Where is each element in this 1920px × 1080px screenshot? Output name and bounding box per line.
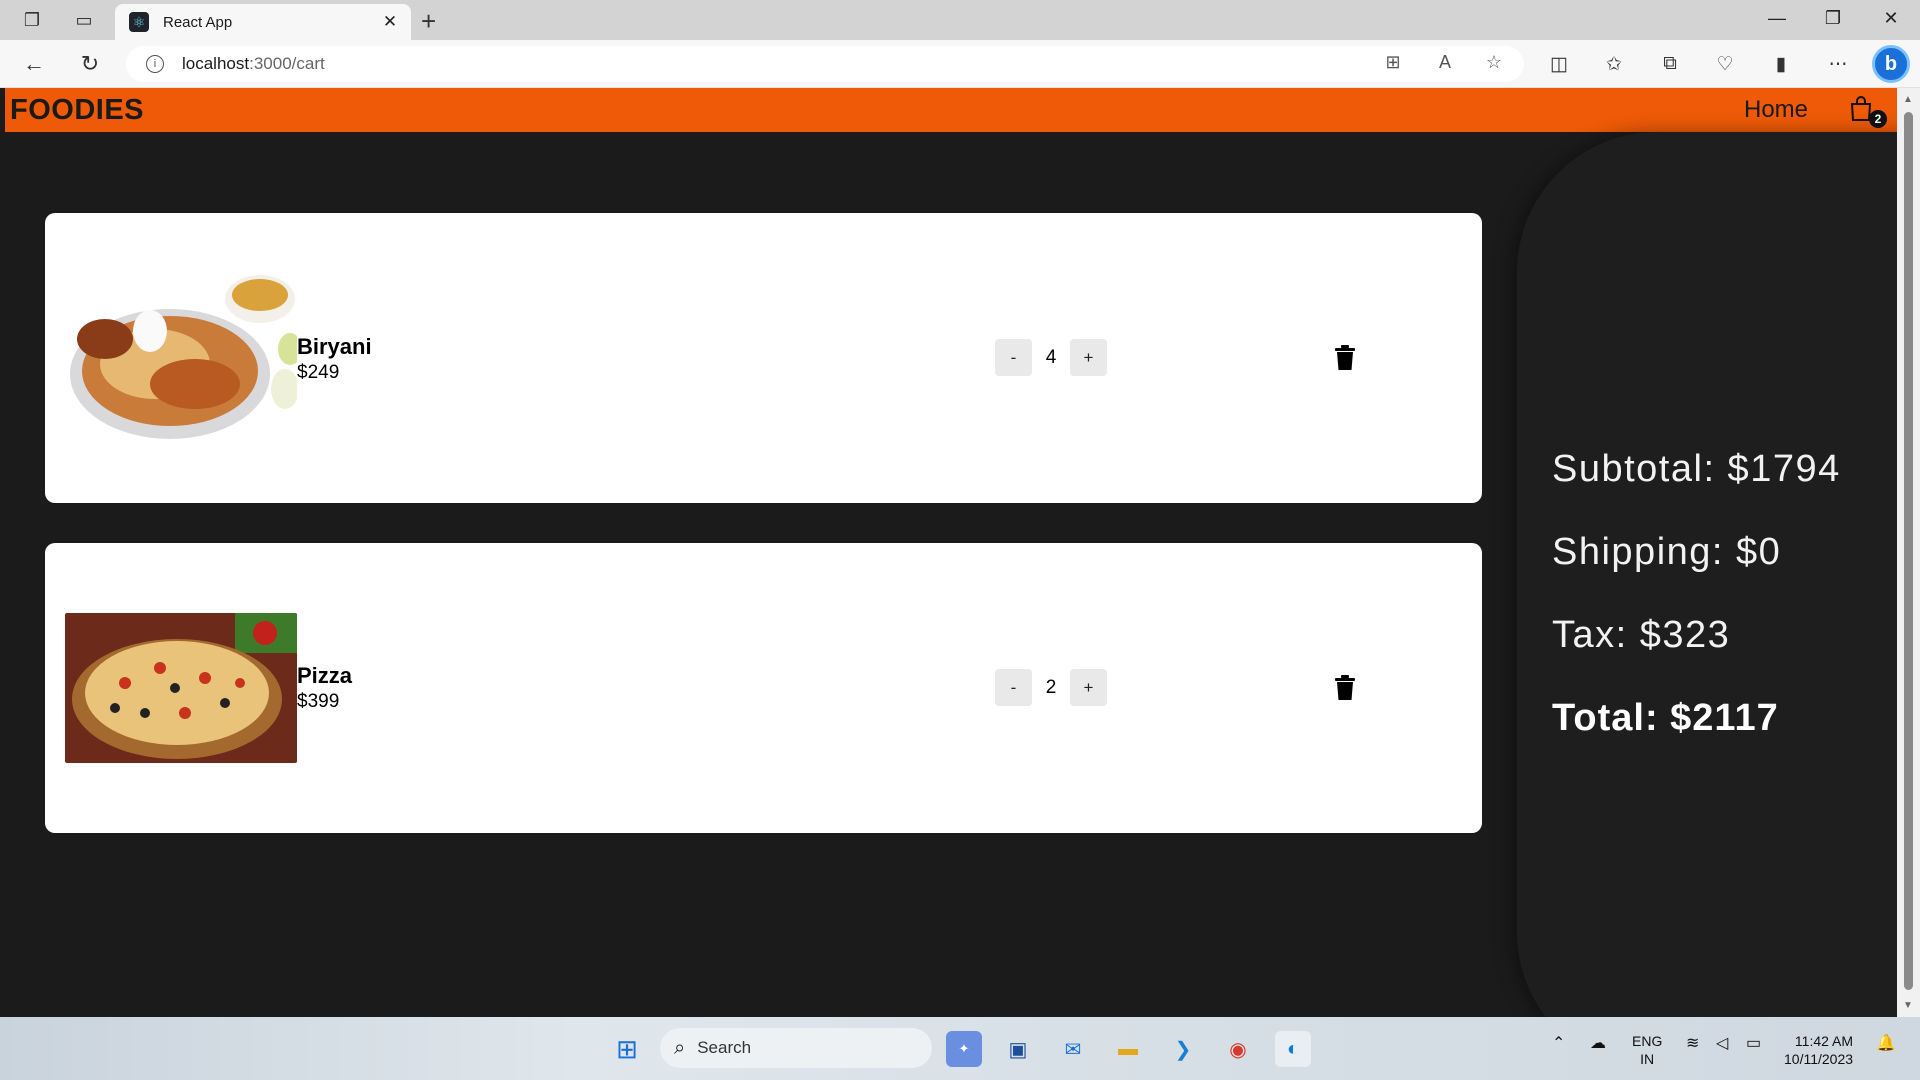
increase-quantity-button[interactable]: +	[1070, 669, 1107, 706]
browser-essentials-icon[interactable]: ♡	[1711, 50, 1739, 78]
minimize-icon[interactable]: —	[1757, 8, 1797, 29]
region-code: IN	[1640, 1051, 1655, 1067]
scroll-up-icon[interactable]: ▲	[1903, 94, 1913, 105]
back-icon[interactable]: ←	[20, 50, 48, 78]
clock-time: 11:42 AM	[1794, 1033, 1854, 1049]
cart-item: Pizza $399 - 2 +	[45, 543, 1482, 833]
workspaces-icon[interactable]: ❐	[18, 7, 46, 33]
delete-item-button[interactable]	[1331, 673, 1359, 703]
window-close-icon[interactable]: ✕	[1871, 8, 1911, 29]
cart-button[interactable]: 2	[1847, 94, 1887, 128]
store-icon[interactable]: ▣	[1000, 1031, 1036, 1067]
more-options-icon[interactable]: ⋯	[1824, 50, 1852, 78]
address-bar[interactable]: i localhost:3000/cart	[126, 46, 1524, 82]
edge-icon[interactable]: ◐	[1275, 1031, 1311, 1067]
scroll-down-icon[interactable]: ▼	[1903, 1000, 1913, 1011]
item-name: Biryani	[297, 334, 372, 359]
item-details: Biryani $249	[297, 334, 372, 384]
order-summary-panel: Subtotal: $1794 Shipping: $0 Tax: $323 T…	[1517, 132, 1897, 1017]
item-price: $399	[297, 691, 340, 712]
browser-toolbar: ← ↻ i localhost:3000/cart ⊞ A ☆ ◫ ✩ ⧉ ♡ …	[0, 40, 1920, 88]
battery-icon[interactable]: ▭	[1746, 1035, 1761, 1053]
search-placeholder: Search	[697, 1038, 752, 1057]
biryani-image	[65, 269, 297, 444]
tax-text: Tax: $323	[1552, 614, 1731, 656]
profile-icon[interactable]: ▮	[1767, 50, 1795, 78]
favorite-star-icon[interactable]: ☆	[1481, 49, 1507, 75]
item-name: Pizza	[297, 663, 353, 688]
shipping-text: Shipping: $0	[1552, 531, 1782, 573]
show-hidden-icons-icon[interactable]: ⌃	[1552, 1035, 1565, 1053]
chrome-icon[interactable]: ◉	[1220, 1031, 1256, 1067]
quantity-stepper: - 2 +	[995, 669, 1107, 706]
app-available-icon[interactable]: ⊞	[1380, 49, 1406, 75]
cart-item: Biryani $249 - 4 +	[45, 213, 1482, 503]
url-host: localhost	[182, 54, 250, 73]
nav-home-link[interactable]: Home	[1744, 96, 1808, 124]
trash-icon	[1335, 675, 1355, 700]
clock[interactable]: 11:42 AM 10/11/2023	[1784, 1032, 1853, 1068]
trash-icon	[1335, 345, 1355, 370]
clock-date: 10/11/2023	[1784, 1051, 1854, 1067]
notification-bell-icon[interactable]: 🔔	[1876, 1035, 1896, 1053]
tab-close-icon[interactable]: ✕	[379, 12, 401, 32]
pizza-image	[65, 613, 297, 763]
page-scrollbar[interactable]: ▲ ▼	[1897, 88, 1920, 1017]
scrollbar-thumb[interactable]	[1904, 112, 1913, 990]
tab-title: React App	[163, 13, 233, 31]
volume-icon[interactable]: ◁	[1716, 1035, 1728, 1053]
cart-count-badge: 2	[1869, 110, 1887, 128]
quantity-value: 4	[1045, 346, 1057, 368]
new-tab-icon[interactable]: +	[421, 6, 436, 37]
brand-logo[interactable]: FOODIES	[10, 94, 144, 127]
increase-quantity-button[interactable]: +	[1070, 339, 1107, 376]
bing-copilot-icon[interactable]: b	[1872, 45, 1910, 83]
windows-taskbar: ⊞ ⌕ Search ✦ ▣ ✉ ▬ ❯ ◉ ◐ ⌃ ☁ ENG IN ≋ ◁ …	[0, 1017, 1920, 1080]
refresh-icon[interactable]: ↻	[76, 50, 104, 78]
quantity-stepper: - 4 +	[995, 339, 1107, 376]
language-indicator[interactable]: ENG IN	[1632, 1032, 1662, 1068]
vscode-icon[interactable]: ❯	[1165, 1031, 1201, 1067]
quantity-value: 2	[1045, 676, 1057, 698]
tab-actions-icon[interactable]: ▭	[70, 7, 98, 33]
browser-tab-strip: ❐ ▭ ⚛ React App ✕ + — ❐ ✕	[0, 0, 1920, 40]
decrease-quantity-button[interactable]: -	[995, 669, 1032, 706]
windows-start-icon[interactable]: ⊞	[609, 1031, 645, 1067]
decrease-quantity-button[interactable]: -	[995, 339, 1032, 376]
page-viewport: FOODIES Home 2 Biryani $249 - 4 + Pizza …	[5, 88, 1897, 1017]
wifi-icon[interactable]: ≋	[1686, 1035, 1699, 1053]
favorites-icon[interactable]: ✩	[1600, 50, 1628, 78]
total-text: Total: $2117	[1552, 697, 1779, 739]
item-price: $249	[297, 362, 340, 383]
language-code: ENG	[1632, 1033, 1663, 1049]
split-screen-icon[interactable]: ◫	[1545, 50, 1573, 78]
file-explorer-icon[interactable]: ▬	[1110, 1031, 1146, 1067]
mail-icon[interactable]: ✉	[1055, 1031, 1091, 1067]
subtotal-text: Subtotal: $1794	[1552, 448, 1841, 490]
restore-icon[interactable]: ❐	[1813, 8, 1853, 29]
app-header: FOODIES Home 2	[5, 88, 1897, 132]
onedrive-icon[interactable]: ☁	[1590, 1035, 1606, 1053]
taskbar-search[interactable]: ⌕ Search	[660, 1028, 932, 1068]
delete-item-button[interactable]	[1331, 343, 1359, 373]
read-aloud-icon[interactable]: A	[1432, 49, 1458, 75]
url-path: :3000/cart	[249, 54, 325, 73]
browser-tab[interactable]: ⚛ React App ✕	[115, 4, 411, 40]
copilot-preview-icon[interactable]: ✦	[946, 1031, 982, 1067]
react-favicon-icon: ⚛	[129, 12, 149, 32]
search-icon: ⌕	[674, 1036, 686, 1059]
site-info-icon[interactable]: i	[146, 55, 164, 73]
collections-icon[interactable]: ⧉	[1656, 50, 1684, 78]
item-details: Pizza $399	[297, 663, 352, 713]
